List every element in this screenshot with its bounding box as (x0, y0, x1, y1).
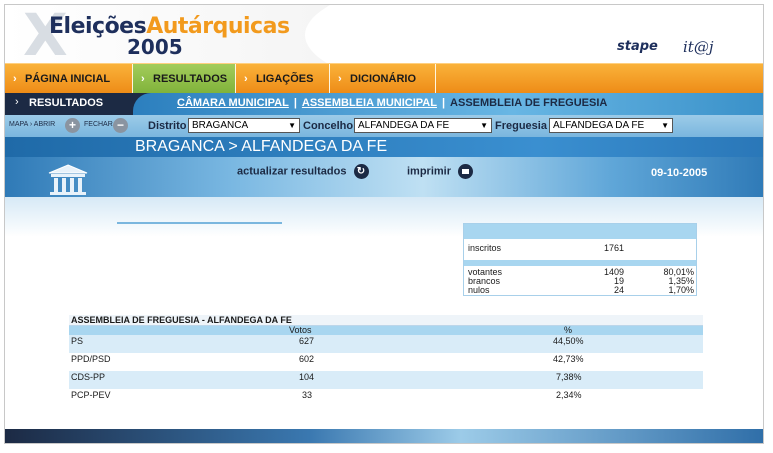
nav-dicionario[interactable]: › DICIONÁRIO (330, 64, 436, 94)
election-type-links: CÂMARA MUNICIPAL | ASSEMBLEIA MUNICIPAL | AS… (177, 97, 608, 109)
page-footer (5, 429, 763, 443)
link-assembleia-municipal[interactable]: ASSEMBLEIA MUNICIPAL (302, 97, 437, 109)
filter-bar: MAPA › ABRIR + FECHAR − Distrito BRAGANC… (5, 115, 763, 137)
link-camara-municipal[interactable]: CÂMARA MUNICIPAL (177, 97, 289, 109)
table-row: PPD/PSD 602 42,73% (71, 354, 584, 364)
current-assembleia-freguesia: ASSEMBLEIA DE FREGUESIA (450, 97, 608, 109)
dropdown-arrow-icon: ▼ (480, 121, 488, 130)
results-section-label: RESULTADOS (29, 97, 104, 109)
chevron-right-icon: › (15, 96, 19, 108)
dropdown-arrow-icon: ▼ (661, 121, 669, 130)
freguesia-label: Freguesia (495, 120, 547, 132)
col-votos: Votos (289, 325, 312, 335)
logo-year: 2005 (127, 35, 183, 59)
main-nav: › PÁGINA INICIAL › RESULTADOS › LIGAÇÕES… (5, 63, 763, 94)
chevron-right-icon: › (244, 73, 248, 85)
site-header: X EleiçõesAutárquicas 2005 stape it@j (5, 5, 763, 105)
itij-logo[interactable]: it@j (683, 38, 713, 56)
table-row: PS 627 44,50% (69, 335, 703, 353)
divider (117, 222, 282, 224)
print-button[interactable]: imprimir (407, 164, 474, 179)
table-row: PCP-PEV 33 2,34% (71, 390, 582, 400)
results-table-header: Votos % (69, 326, 703, 335)
freguesia-select[interactable]: ALFANDEGA DA FE ▼ (549, 118, 673, 133)
summary-row-nulos: nulos 24 1,70% (468, 285, 694, 295)
results-table-title: ASSEMBLEIA DE FREGUESIA - ALFANDEGA DA F… (69, 315, 703, 326)
results-table: ASSEMBLEIA DE FREGUESIA - ALFANDEGA DA F… (69, 315, 703, 407)
table-row: CDS-PP 104 7,38% (69, 371, 703, 389)
location-breadcrumb: BRAGANCA > ALFANDEGA DA FE (135, 138, 388, 155)
concelho-label: Concelho (303, 120, 354, 132)
summary-row-brancos: brancos 19 1,35% (468, 276, 694, 286)
chevron-right-icon: › (338, 73, 342, 85)
map-close-label: FECHAR (84, 121, 113, 128)
nav-pagina-inicial[interactable]: › PÁGINA INICIAL (5, 64, 133, 94)
distrito-select[interactable]: BRAGANCA ▼ (188, 118, 300, 133)
map-open-button[interactable]: + (65, 118, 80, 133)
map-label: MAPA › ABRIR (9, 121, 56, 128)
summary-row-votantes: votantes 1409 80,01% (468, 267, 694, 277)
dropdown-arrow-icon: ▼ (288, 121, 296, 130)
refresh-results-button[interactable]: actualizar resultados ↻ (237, 164, 369, 179)
chevron-right-icon: › (141, 73, 145, 85)
results-bar: › RESULTADOS CÂMARA MUNICIPAL | ASSEMBLEIA… (5, 93, 763, 115)
page-frame: X EleiçõesAutárquicas 2005 stape it@j › … (4, 4, 764, 444)
turnout-summary: inscritos 1761 votantes 1409 80,01% bran… (463, 223, 697, 296)
refresh-icon: ↻ (353, 164, 369, 179)
location-bar: BRAGANCA > ALFANDEGA DA FE (5, 137, 763, 157)
results-date: 09-10-2005 (651, 167, 708, 179)
town-hall-icon (48, 164, 88, 195)
nav-ligacoes[interactable]: › LIGAÇÕES (236, 64, 330, 94)
map-close-button[interactable]: − (113, 118, 128, 133)
distrito-label: Distrito (148, 120, 187, 132)
chevron-right-icon: › (13, 73, 17, 85)
printer-icon (458, 164, 474, 179)
nav-resultados[interactable]: › RESULTADOS (133, 64, 236, 94)
summary-row-inscritos: inscritos 1761 (468, 243, 624, 253)
stape-logo[interactable]: stape (617, 39, 658, 54)
concelho-select[interactable]: ALFANDEGA DA FE ▼ (354, 118, 492, 133)
col-percent: % (564, 325, 573, 335)
